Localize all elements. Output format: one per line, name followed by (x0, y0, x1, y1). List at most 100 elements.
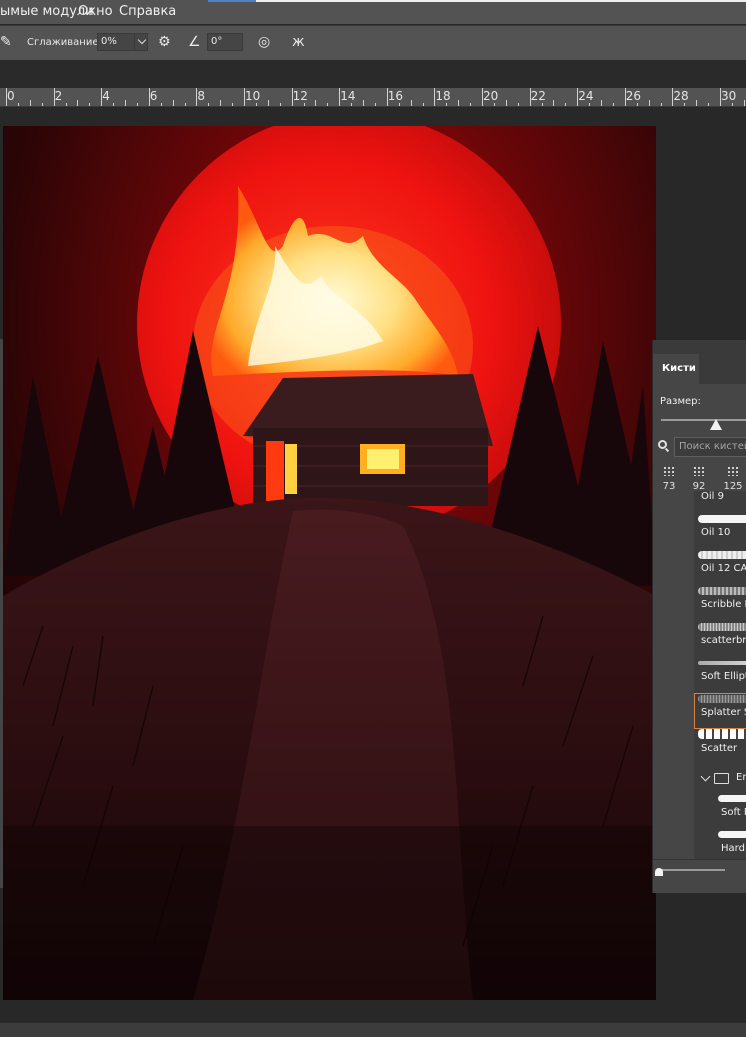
brush-tip-icon (693, 466, 705, 476)
brush-list-item[interactable]: Scribble R (694, 585, 746, 621)
ruler-minor-tick (743, 100, 745, 106)
brush-stroke-preview (698, 551, 746, 559)
ruler-minor-tick (601, 100, 602, 106)
brush-stroke-preview (718, 831, 746, 838)
ruler-major-tick (720, 88, 721, 106)
ruler-minor-tick (255, 103, 257, 106)
document-canvas[interactable] (3, 126, 656, 1000)
symmetry-butterfly-icon[interactable]: ж (292, 34, 305, 50)
brush-preset[interactable]: 92 (687, 461, 711, 493)
preview-size-slider[interactable] (661, 869, 725, 871)
brush-name: Oil 9 (701, 491, 724, 502)
search-icon (658, 440, 667, 449)
brush-tool-icon[interactable]: ✎ (0, 34, 12, 50)
recent-brush-presets: 73 92 125 (653, 461, 746, 493)
brush-preset[interactable]: 125 (721, 461, 745, 493)
brush-name: Soft R (721, 807, 746, 818)
brush-name: Hard (721, 843, 745, 854)
brush-group-folder[interactable]: Er (694, 765, 746, 793)
brush-list-item[interactable]: Splatter Sc (694, 693, 746, 729)
angle-input[interactable]: 0° (207, 33, 243, 51)
ruler-major-tick (386, 88, 388, 106)
brush-stroke-preview (698, 695, 746, 703)
ruler-minor-tick (29, 100, 31, 106)
horizontal-ruler[interactable]: 0 2 4 6 8 10 12 14 16 18 20 22 24 26 28 30 (0, 88, 746, 107)
ruler-minor-tick (589, 103, 591, 106)
ruler-minor-tick (446, 103, 448, 106)
preview-size-slider-thumb[interactable] (655, 868, 663, 876)
brush-list-item[interactable]: scatterbru (694, 621, 746, 657)
ruler-label: 8 (197, 89, 206, 103)
ruler-minor-tick (363, 100, 364, 106)
brushes-panel: Кисти Размер: Поиск кистей 73 92 125 Oil… (652, 340, 746, 893)
pressure-size-icon[interactable]: ◎ (258, 34, 270, 50)
brush-list-item[interactable]: Soft Ellipti (694, 657, 746, 693)
ruler-minor-tick (65, 103, 67, 106)
brush-tip-icon (663, 466, 675, 476)
ruler-label: 16 (387, 89, 404, 103)
ruler-major-tick (196, 88, 198, 106)
brush-list[interactable]: Oil 9 Oil 10 Oil 12 CAN Scribble R scatterbr… (694, 491, 746, 859)
ruler-minor-tick (517, 103, 519, 106)
ruler-minor-tick (160, 103, 162, 106)
brush-search-input[interactable]: Поиск кистей (674, 437, 746, 457)
smoothing-input[interactable]: 0% (97, 33, 135, 51)
ruler-major-tick (577, 88, 579, 106)
brush-list-item[interactable]: Soft R (714, 793, 746, 829)
angle-icon: ∠ (188, 34, 201, 50)
ruler-minor-tick (374, 103, 376, 106)
ruler-label: 2 (54, 89, 63, 103)
ruler-major-tick (6, 88, 7, 106)
ruler-label: 18 (435, 89, 451, 103)
brush-list-item[interactable]: Oil 10 (694, 513, 746, 549)
brush-stroke-preview (698, 729, 746, 739)
options-bar: ✎ Сглаживание: 0% ⚙ ∠ 0° ◎ ж (0, 25, 746, 61)
painting-burning-cabin (3, 126, 656, 1000)
ruler-major-tick (53, 88, 55, 106)
brush-list-item[interactable]: Oil 12 CAN (694, 549, 746, 585)
ruler-minor-tick (267, 100, 269, 106)
size-slider[interactable] (661, 419, 746, 421)
ruler-minor-tick (565, 103, 567, 106)
ruler-label: 4 (102, 89, 110, 103)
ruler-minor-tick (279, 103, 281, 106)
tab-brushes[interactable]: Кисти (653, 354, 699, 384)
ruler-label: 20 (483, 89, 499, 103)
chevron-down-icon[interactable] (700, 771, 711, 782)
status-bar (0, 1022, 746, 1037)
ruler-major-tick (624, 88, 626, 106)
brush-preset[interactable]: 73 (657, 461, 681, 493)
menu-help[interactable]: Справка (119, 4, 176, 19)
ruler-minor-tick (184, 103, 186, 106)
ruler-minor-tick (696, 100, 698, 106)
doc-tab-strip (256, 0, 746, 2)
ruler-minor-tick (17, 103, 19, 106)
ruler-minor-tick (398, 103, 400, 106)
menu-window[interactable]: Окно (78, 4, 113, 19)
chevron-down-icon (137, 35, 147, 45)
brush-name: Soft Ellipti (701, 671, 746, 682)
ruler-major-tick (101, 88, 103, 106)
folder-icon (714, 773, 729, 784)
size-slider-thumb[interactable] (709, 419, 722, 430)
ruler-label: 22 (530, 89, 546, 103)
panel-gap (0, 60, 746, 88)
brush-name: Scribble R (701, 599, 746, 610)
brush-stroke-preview (698, 661, 746, 665)
smoothing-dropdown[interactable] (134, 33, 148, 51)
gear-icon[interactable]: ⚙ (158, 34, 171, 50)
brush-list-item[interactable]: Hard (714, 829, 746, 859)
brush-list-item[interactable]: Scatter (694, 729, 746, 765)
brush-stroke-preview (698, 623, 746, 631)
ruler-minor-tick (505, 100, 507, 106)
ruler-major-tick (339, 88, 341, 106)
brush-list-item[interactable]: Oil 9 (694, 491, 746, 513)
ruler-minor-tick (315, 100, 317, 106)
ruler-major-tick (244, 88, 245, 106)
ruler-minor-tick (458, 100, 460, 106)
ruler-minor-tick (327, 103, 329, 106)
ruler-minor-tick (232, 103, 234, 106)
ruler-minor-tick (684, 103, 686, 106)
brush-name: Splatter Sc (701, 707, 746, 718)
ruler-minor-tick (648, 100, 650, 106)
